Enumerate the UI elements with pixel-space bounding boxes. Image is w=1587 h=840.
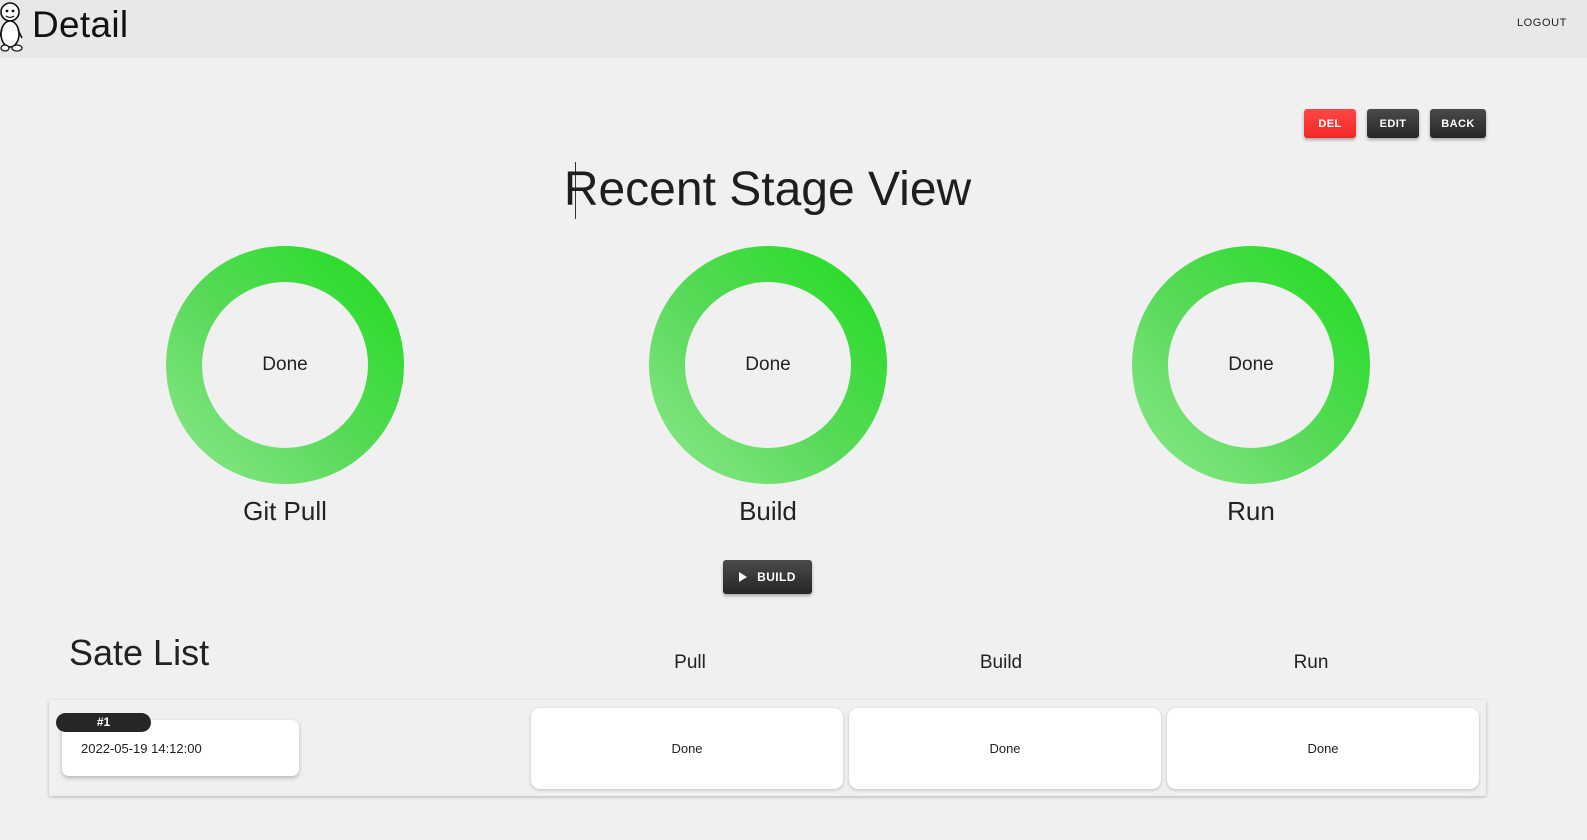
logout-button[interactable]: LOGOUT <box>1517 17 1567 29</box>
stage-list-title: Sate List <box>69 632 210 673</box>
stage-progress-ring: Done <box>649 246 887 484</box>
delete-button[interactable]: DEL <box>1304 109 1356 138</box>
stage-cell-build[interactable]: Done <box>849 708 1161 789</box>
stage-build: Done Build <box>649 246 889 536</box>
top-app-bar: Detail LOGOUT <box>0 0 1587 58</box>
stage-git-pull: Done Git Pull <box>166 246 406 536</box>
stage-name: Git Pull <box>243 496 327 526</box>
stage-name: Build <box>739 496 797 526</box>
stage-status: Done <box>1168 282 1334 448</box>
stage-run: Done Run <box>1132 246 1372 536</box>
stage-status: Done <box>202 282 368 448</box>
stage-cell-run[interactable]: Done <box>1167 708 1479 789</box>
column-header-pull: Pull <box>674 652 706 673</box>
stage-progress-ring: Done <box>1132 246 1370 484</box>
column-header-build: Build <box>979 652 1023 673</box>
stage-cell-pull[interactable]: Done <box>531 708 843 789</box>
build-button[interactable]: BUILD <box>723 560 812 594</box>
build-timestamp: 2022-05-19 14:12:00 <box>81 741 202 756</box>
play-icon <box>739 572 748 582</box>
edit-button[interactable]: EDIT <box>1367 109 1419 138</box>
page-title: Detail <box>32 4 129 45</box>
column-header-run: Run <box>1293 652 1329 673</box>
stage-name: Run <box>1227 496 1275 526</box>
stage-progress-ring: Done <box>166 246 404 484</box>
build-button-label: BUILD <box>757 570 796 584</box>
build-number-badge: #1 <box>56 713 151 732</box>
back-button[interactable]: BACK <box>1430 109 1486 138</box>
mascot-logo-icon <box>0 2 23 52</box>
stage-status: Done <box>685 282 851 448</box>
stage-view-heading: Recent Stage View <box>563 163 972 216</box>
